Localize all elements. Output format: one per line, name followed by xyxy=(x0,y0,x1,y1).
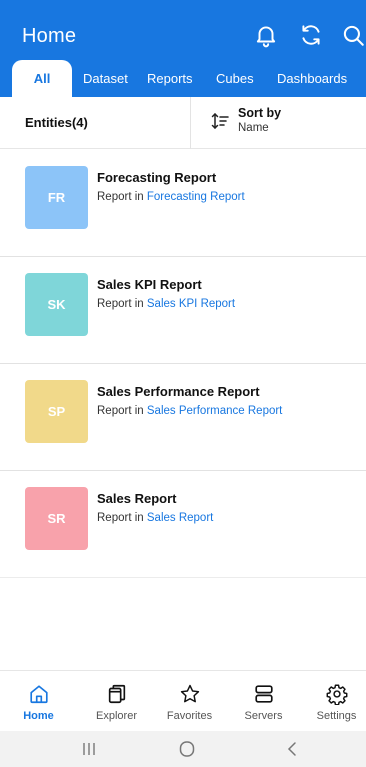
home-icon xyxy=(28,683,50,705)
entity-prefix: Report in xyxy=(97,512,144,524)
app-bar: Home All Dataset Reports Cubes Dashboard… xyxy=(0,0,366,97)
entity-list: FR Forecasting Report Report in Forecast… xyxy=(0,150,366,578)
list-item[interactable]: SR Sales Report Report in Sales Report xyxy=(0,471,366,578)
nav-favorites[interactable]: Favorites xyxy=(153,671,226,731)
search-icon[interactable] xyxy=(340,21,366,49)
entity-tile: SR xyxy=(25,487,88,550)
entity-tile: FR xyxy=(25,166,88,229)
home-circle-icon[interactable] xyxy=(176,739,198,759)
nav-settings[interactable]: Settings xyxy=(300,671,366,731)
tab-dashboards[interactable]: Dashboards xyxy=(277,60,347,97)
entity-subtitle: Report in Forecasting Report xyxy=(97,191,245,203)
entity-tile: SK xyxy=(25,273,88,336)
sort-value[interactable]: Name xyxy=(238,122,269,134)
list-toolbar: Entities(4) Sort by Name xyxy=(0,97,366,149)
nav-explorer[interactable]: Explorer xyxy=(80,671,153,731)
tab-dataset[interactable]: Dataset xyxy=(83,60,128,97)
entity-title: Sales KPI Report xyxy=(97,277,202,292)
entity-subtitle: Report in Sales KPI Report xyxy=(97,298,235,310)
back-icon[interactable] xyxy=(282,739,304,759)
tab-bar: All Dataset Reports Cubes Dashboards xyxy=(0,60,366,97)
entity-initials: SK xyxy=(47,297,66,312)
refresh-icon[interactable] xyxy=(298,21,324,49)
list-item[interactable]: SP Sales Performance Report Report in Sa… xyxy=(0,364,366,471)
entities-count: Entities(4) xyxy=(25,115,88,130)
page-title: Home xyxy=(22,25,77,47)
entity-initials: FR xyxy=(47,190,66,205)
system-nav-bar xyxy=(0,731,366,767)
entity-title: Sales Performance Report xyxy=(97,384,260,399)
tab-cubes[interactable]: Cubes xyxy=(216,60,254,97)
explorer-icon xyxy=(106,683,128,705)
entity-initials: SR xyxy=(47,511,66,526)
bell-icon[interactable] xyxy=(253,21,279,49)
entity-location-link[interactable]: Sales Report xyxy=(147,512,213,524)
list-item[interactable]: FR Forecasting Report Report in Forecast… xyxy=(0,150,366,257)
settings-icon xyxy=(326,683,348,706)
entity-prefix: Report in xyxy=(97,191,144,203)
entity-tile: SP xyxy=(25,380,88,443)
entity-prefix: Report in xyxy=(97,298,144,310)
sort-by-label[interactable]: Sort by xyxy=(238,106,281,120)
nav-label: Home xyxy=(23,710,54,722)
entity-location-link[interactable]: Sales KPI Report xyxy=(147,298,235,310)
entity-subtitle: Report in Sales Report xyxy=(97,512,213,524)
bottom-nav: Home Explorer Favorites Servers Settings xyxy=(0,670,366,730)
entity-title: Sales Report xyxy=(97,491,177,506)
entity-location-link[interactable]: Sales Performance Report xyxy=(147,405,283,417)
nav-label: Settings xyxy=(316,710,357,722)
recent-apps-icon[interactable] xyxy=(78,739,100,759)
servers-icon xyxy=(253,683,275,705)
entity-subtitle: Report in Sales Performance Report xyxy=(97,405,282,417)
sort-icon[interactable] xyxy=(211,111,229,131)
star-icon xyxy=(179,683,201,705)
entity-location-link[interactable]: Forecasting Report xyxy=(147,191,245,203)
nav-label: Explorer xyxy=(96,710,137,722)
nav-home[interactable]: Home xyxy=(2,671,75,731)
tab-all[interactable]: All xyxy=(12,60,72,97)
toolbar-divider xyxy=(190,97,191,149)
nav-label: Servers xyxy=(244,710,283,722)
nav-label: Favorites xyxy=(166,710,213,722)
tab-reports[interactable]: Reports xyxy=(147,60,193,97)
entity-title: Forecasting Report xyxy=(97,170,217,185)
entity-prefix: Report in xyxy=(97,405,144,417)
entity-initials: SP xyxy=(47,404,66,419)
nav-servers[interactable]: Servers xyxy=(227,671,300,731)
list-item[interactable]: SK Sales KPI Report Report in Sales KPI … xyxy=(0,257,366,364)
